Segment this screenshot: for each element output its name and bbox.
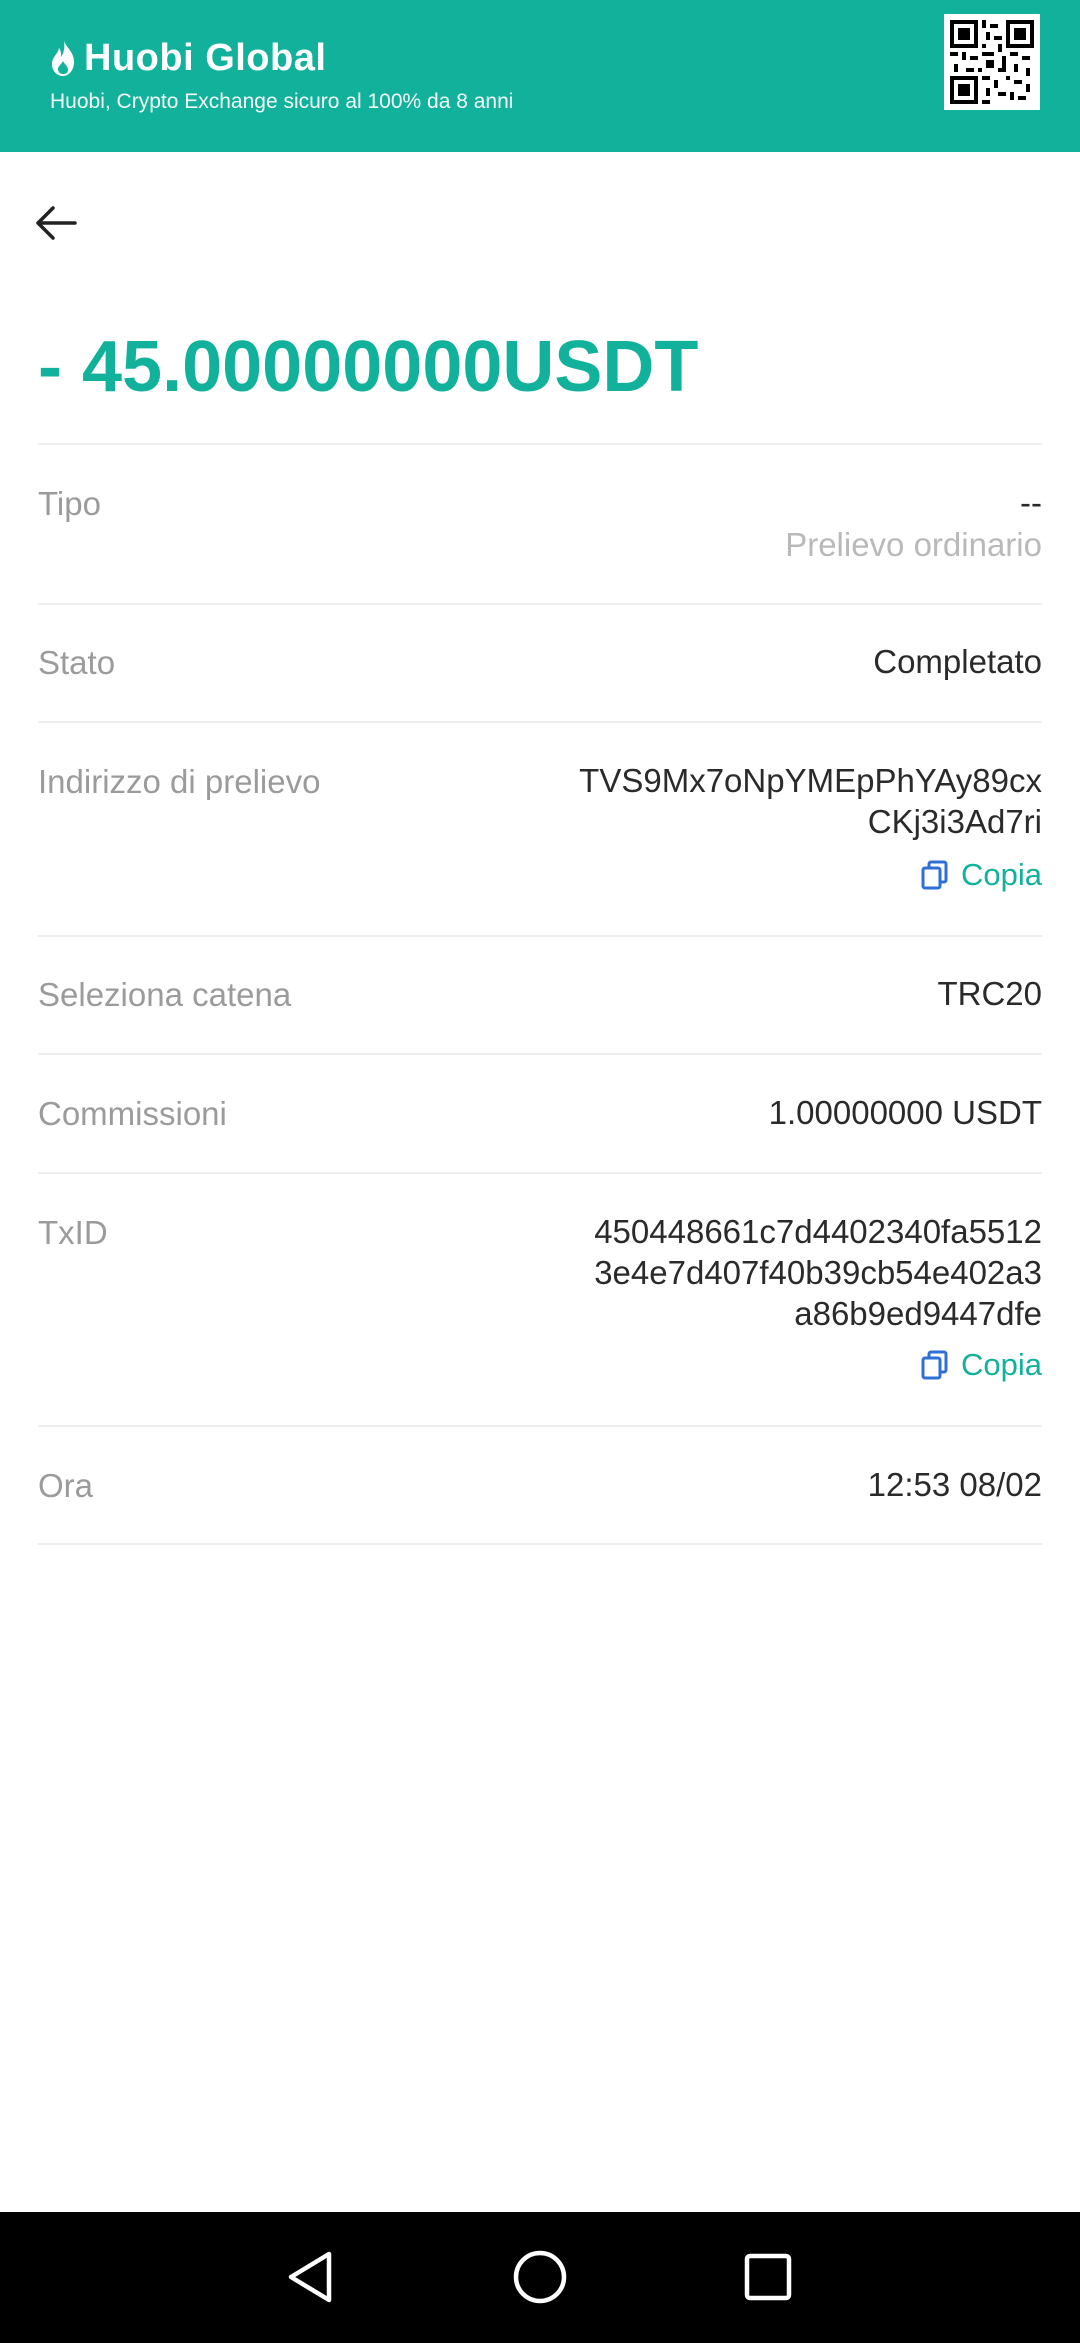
indirizzo-value-line2: CKj3i3Ad7ri [867,803,1042,840]
commissioni-label: Commissioni [38,1095,227,1132]
indirizzo-value-line1: TVS9Mx7oNpYMEpPhYAy89cx [579,762,1042,799]
txid-label: TxID [38,1214,108,1251]
brand: Huobi Global [50,36,326,80]
divider [38,443,1042,445]
commissioni-value: 1.00000000 USDT [768,1094,1042,1131]
row-stato: Stato Completato [38,641,1042,691]
triangle-back-icon [288,2251,332,2303]
divider [38,1425,1042,1427]
divider [38,1053,1042,1055]
row-tipo: Tipo -- Prelievo ordinario [38,482,1042,582]
txid-value-line3: a86b9ed9447dfe [794,1295,1042,1332]
tipo-subvalue: Prelievo ordinario [785,526,1042,563]
row-indirizzo: Indirizzo di prelievo TVS9Mx7oNpYMEpPhYA… [38,760,1042,900]
nav-home-button[interactable] [505,2242,575,2312]
indirizzo-label: Indirizzo di prelievo [38,763,321,800]
ora-label: Ora [38,1467,94,1504]
txid-value-line1: 450448661c7d4402340fa5512 [594,1213,1042,1250]
divider [38,721,1042,723]
amount: - 45.00000000USDT [38,327,699,407]
brand-tagline: Huobi, Crypto Exchange sicuro al 100% da… [50,90,514,113]
back-button[interactable] [30,198,80,248]
flame-logo-icon [52,40,74,76]
arrow-left-icon [36,206,77,240]
copy-address-button[interactable]: Copia [921,855,1042,895]
stato-value: Completato [873,643,1042,680]
divider [38,1543,1042,1545]
brand-name: Huobi Global [84,37,327,79]
app-download-banner[interactable]: Huobi Global Huobi, Crypto Exchange sicu… [0,0,1080,152]
row-txid: TxID 450448661c7d4402340fa5512 3e4e7d407… [38,1211,1042,1391]
nav-recents-button[interactable] [733,2242,803,2312]
divider [38,1172,1042,1174]
copy-address-label: Copia [961,857,1042,892]
qr-code [944,14,1040,110]
copy-txid-label: Copia [961,1347,1042,1382]
row-commissioni: Commissioni 1.00000000 USDT [38,1092,1042,1142]
circle-home-icon [513,2250,567,2304]
copy-txid-button[interactable]: Copia [921,1345,1042,1385]
txid-value-line2: 3e4e7d407f40b39cb54e402a3 [594,1254,1042,1291]
divider [38,603,1042,605]
copy-icon [921,1350,948,1380]
divider [38,935,1042,937]
catena-value: TRC20 [937,975,1042,1012]
txid-value: 450448661c7d4402340fa5512 3e4e7d407f40b3… [594,1211,1042,1334]
copy-icon [921,860,948,890]
row-catena: Seleziona catena TRC20 [38,973,1042,1023]
tipo-label: Tipo [38,485,101,522]
catena-label: Seleziona catena [38,976,292,1013]
ora-value: 12:53 08/02 [867,1466,1042,1503]
nav-back-button[interactable] [274,2242,344,2312]
square-recents-icon [744,2253,792,2301]
tipo-value: -- [1020,484,1042,521]
stato-label: Stato [38,644,116,681]
indirizzo-value: TVS9Mx7oNpYMEpPhYAy89cx CKj3i3Ad7ri [579,760,1042,842]
row-ora: Ora 12:53 08/02 [38,1464,1042,1514]
system-navigation-bar [0,2212,1080,2343]
